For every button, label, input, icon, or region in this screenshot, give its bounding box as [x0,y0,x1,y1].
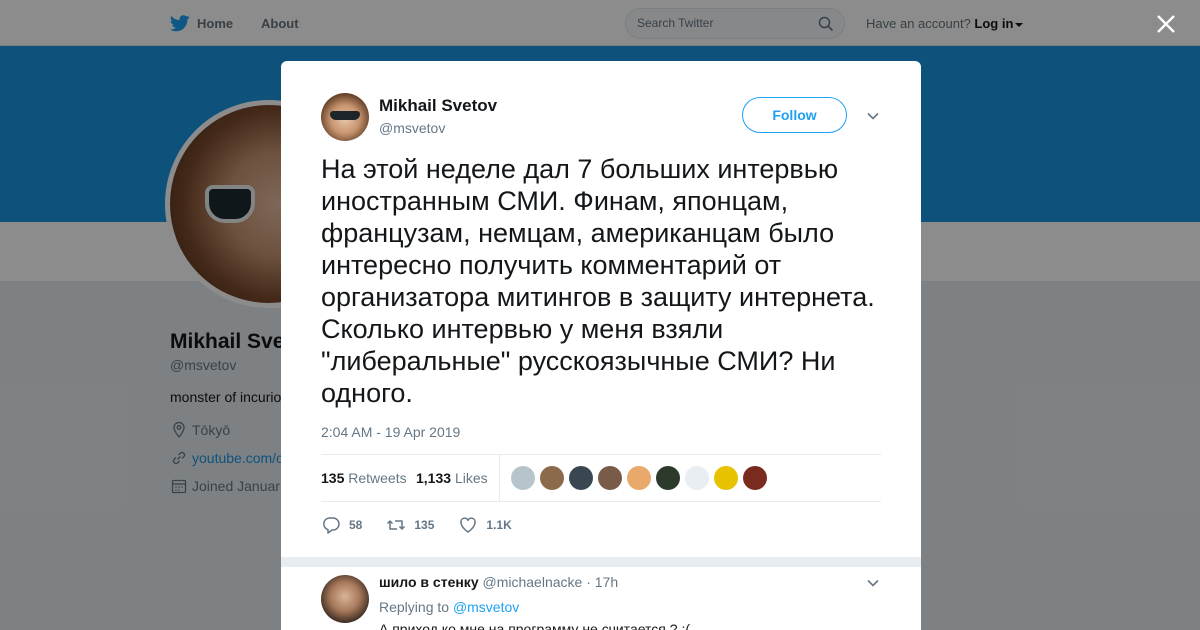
liker-avatar[interactable] [511,466,535,490]
chevron-down-icon[interactable] [866,109,880,123]
tweet-modal: Mikhail Svetov @msvetov Follow На этой н… [281,61,921,630]
retweet-count: 135 [414,518,435,532]
reply-author-name[interactable]: шило в стенку [379,574,479,590]
replies-divider [281,557,921,567]
heart-icon [460,517,477,533]
tweet-timestamp[interactable]: 2:04 AM - 19 Apr 2019 [321,424,460,440]
like-button[interactable]: 1.1K [458,515,512,535]
liker-avatar[interactable] [569,466,593,490]
author-handle[interactable]: @msvetov [379,120,445,136]
tweet-text: На этой неделе дал 7 больших интервью ин… [321,154,875,408]
replying-to-prefix: Replying to [379,599,450,615]
liker-avatars [511,466,772,490]
author-avatar[interactable] [321,93,369,141]
reply-header: шило в стенку @michaelnacke · 17h [379,574,618,590]
retweets-count: 135 [321,470,345,486]
replying-to: Replying to @msvetov [379,599,519,615]
stats-divider [499,455,500,501]
retweet-button[interactable]: 135 [386,515,434,535]
reply-button[interactable]: 58 [321,515,362,535]
liker-avatar[interactable] [598,466,622,490]
tweet-actions: 58 135 1.1K [321,513,536,537]
reply-icon [322,517,340,534]
reply-time[interactable]: · 17h [586,574,618,590]
reply-author-handle[interactable]: @michaelnacke [483,574,583,590]
likes-stat[interactable]: 1,133 Likes [416,470,488,486]
author-name[interactable]: Mikhail Svetov [379,96,497,116]
retweets-label: Retweets [348,470,407,486]
retweet-icon [387,520,406,530]
retweets-stat[interactable]: 135 Retweets [321,470,407,486]
liker-avatar[interactable] [540,466,564,490]
reply-chevron-down-icon[interactable] [866,576,880,590]
likes-label: Likes [454,470,488,486]
replying-to-link[interactable]: @msvetov [453,599,519,615]
reply-text: А приход ко мне на программу не считаетс… [379,621,691,630]
liker-avatar[interactable] [685,466,709,490]
liker-avatar[interactable] [743,466,767,490]
likes-count: 1,133 [416,470,452,486]
liker-avatar[interactable] [627,466,651,490]
reply-author-avatar[interactable] [321,575,369,623]
close-icon[interactable] [1155,13,1177,35]
tweet-stats: 135 Retweets 1,133 Likes [321,454,881,502]
liker-avatar[interactable] [714,466,738,490]
follow-button[interactable]: Follow [742,97,847,133]
reply-count: 58 [349,518,363,532]
liker-avatar[interactable] [656,466,680,490]
like-count: 1.1K [486,518,512,532]
